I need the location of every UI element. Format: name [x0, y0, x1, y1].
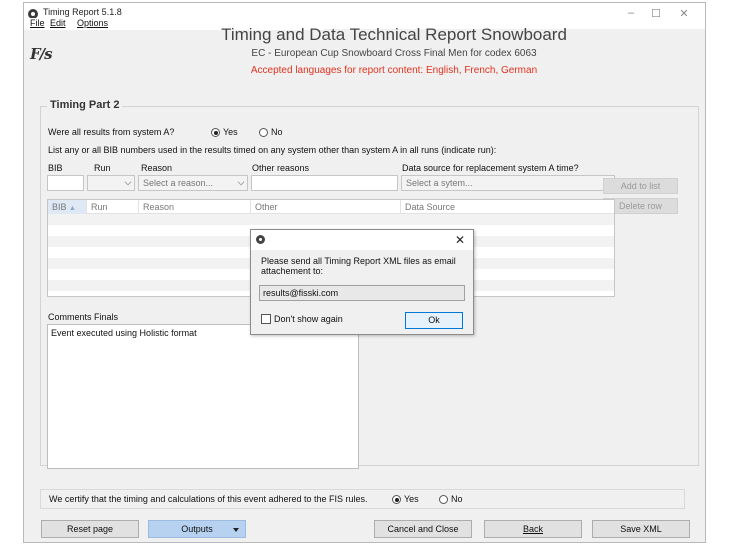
comments-label: Comments Finals	[48, 312, 119, 322]
ok-button[interactable]: Ok	[405, 312, 463, 329]
dont-show-again-label: Don't show again	[274, 314, 343, 324]
system-a-yes-label: Yes	[223, 127, 238, 137]
certify-no-label: No	[451, 494, 463, 504]
menu-edit[interactable]: Edit	[50, 18, 66, 28]
fis-logo: F/s	[30, 45, 53, 63]
column-header-bib-label: BIB	[52, 202, 67, 212]
reason-select[interactable]: Select a reason...	[138, 175, 248, 191]
event-subtitle: EC - European Cup Snowboard Cross Final …	[251, 48, 537, 59]
menu-options-label: Options	[77, 18, 109, 28]
other-reasons-input[interactable]	[251, 175, 398, 191]
dialog-message: Please send all Timing Report XML files …	[261, 256, 456, 276]
bib-instruction: List any or all BIB numbers used in the …	[48, 145, 497, 155]
comments-textarea[interactable]: Event executed using Holistic format	[47, 324, 359, 469]
chevron-down-icon	[124, 178, 132, 186]
column-header-other[interactable]: Other	[251, 200, 401, 214]
column-header-datasource[interactable]: Data Source	[401, 200, 614, 214]
outputs-dropdown-button[interactable]: Outputs	[148, 520, 246, 538]
datasource-select-value: Select a sytem...	[406, 178, 473, 188]
cancel-and-close-button[interactable]: Cancel and Close	[374, 520, 472, 538]
dialog-close-button[interactable]: ✕	[455, 233, 465, 247]
system-a-no-label: No	[271, 127, 283, 137]
back-button-label: Back	[522, 524, 543, 534]
bib-label: BIB	[48, 163, 63, 173]
app-icon	[256, 235, 265, 244]
other-reasons-label: Other reasons	[252, 163, 310, 173]
menu-options[interactable]: Options	[77, 18, 108, 28]
languages-notice: Accepted languages for report content: E…	[250, 65, 538, 76]
certify-yes-radio[interactable]	[392, 495, 401, 504]
menu-edit-label: Edit	[50, 18, 66, 28]
reason-select-value: Select a reason...	[143, 178, 214, 188]
close-button[interactable]: ✕	[674, 7, 694, 20]
column-header-reason[interactable]: Reason	[139, 200, 251, 214]
maximize-button[interactable]: ☐	[646, 7, 666, 20]
certify-text: We certify that the timing and calculati…	[49, 494, 368, 504]
email-dialog: ✕ Please send all Timing Report XML file…	[250, 229, 474, 335]
email-field[interactable]: results@fisski.com	[259, 285, 465, 301]
column-header-run[interactable]: Run	[87, 200, 139, 214]
report-title: Timing and Data Technical Report Snowboa…	[221, 25, 567, 44]
save-xml-button[interactable]: Save XML	[592, 520, 690, 538]
menu-file[interactable]: File	[30, 18, 45, 28]
outputs-button-label: Outputs	[181, 524, 213, 534]
caret-down-icon	[233, 528, 239, 532]
table-row	[48, 214, 614, 225]
datasource-label: Data source for replacement system A tim…	[402, 163, 579, 173]
dialog-title-bar: ✕	[251, 230, 473, 250]
system-a-no-radio[interactable]	[259, 128, 268, 137]
table-header: BIB ▲ Run Reason Other Data Source	[48, 200, 614, 214]
run-label: Run	[94, 163, 111, 173]
system-a-question: Were all results from system A?	[48, 127, 175, 137]
window-title: Timing Report 5.1.8	[43, 7, 122, 17]
bib-input[interactable]	[47, 175, 84, 191]
add-to-list-button[interactable]: Add to list	[603, 178, 678, 194]
system-a-yes-radio[interactable]	[211, 128, 220, 137]
certification-bar: We certify that the timing and calculati…	[40, 489, 685, 509]
sort-asc-icon: ▲	[69, 205, 76, 212]
dont-show-again-checkbox[interactable]	[261, 314, 271, 324]
reset-page-button[interactable]: Reset page	[41, 520, 139, 538]
section-title: Timing Part 2	[47, 99, 123, 111]
reason-label: Reason	[141, 163, 173, 173]
back-button[interactable]: Back	[484, 520, 582, 538]
column-header-bib[interactable]: BIB ▲	[48, 200, 87, 214]
menu-file-label: File	[30, 18, 45, 28]
certify-no-radio[interactable]	[439, 495, 448, 504]
minimize-button[interactable]: –	[621, 7, 641, 19]
chevron-down-icon	[237, 178, 245, 186]
certify-yes-label: Yes	[404, 494, 419, 504]
datasource-select[interactable]: Select a sytem...	[401, 175, 615, 191]
run-select[interactable]	[87, 175, 135, 191]
